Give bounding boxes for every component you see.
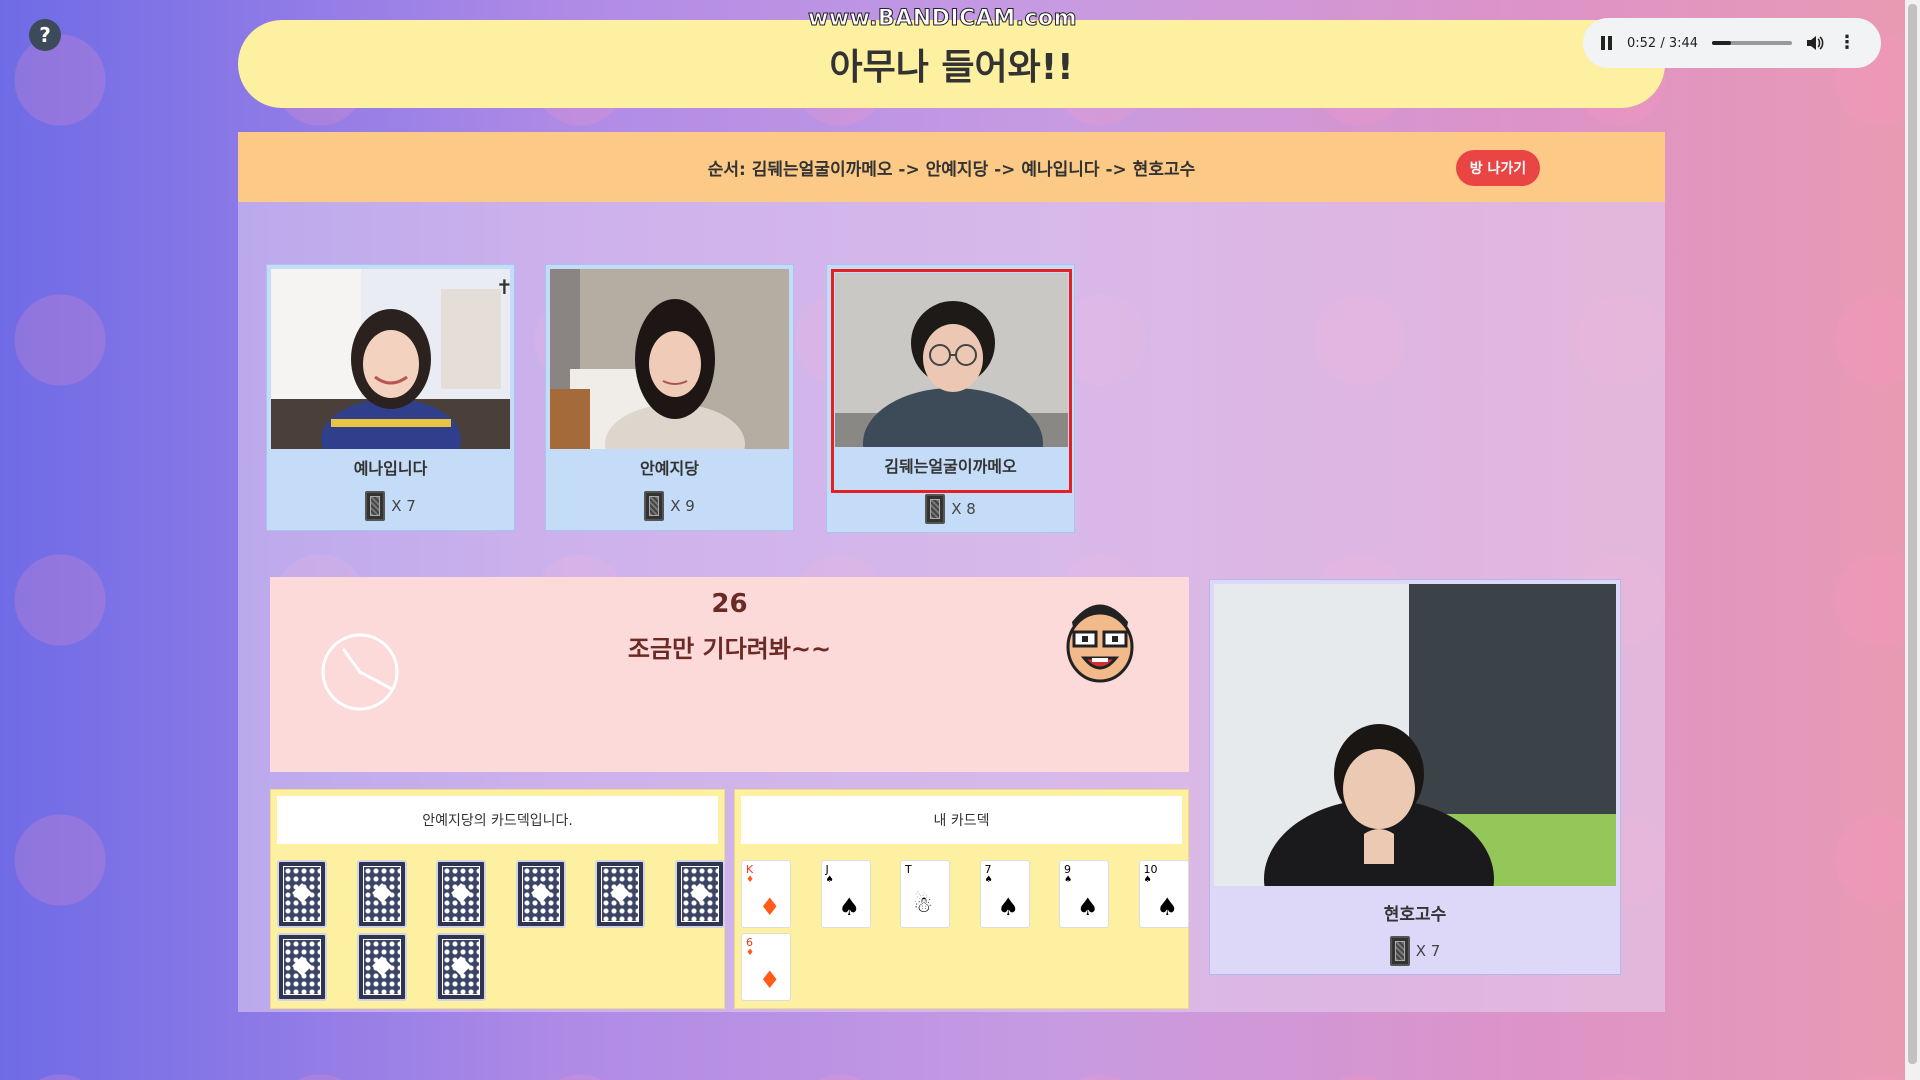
player-name: 안예지당 xyxy=(640,459,699,478)
my-card[interactable]: K ♦ ♦ xyxy=(741,860,791,928)
opponent-card-back xyxy=(595,860,645,928)
my-card[interactable]: 10 ♠ ♠ xyxy=(1138,860,1189,928)
player-card-count: X 7 xyxy=(267,491,514,521)
more-options-icon[interactable]: ⋮ xyxy=(1838,34,1856,52)
card-suit-icon: ♠ xyxy=(997,893,1020,921)
opponent-deck-title: 안예지당의 카드덱입니다. xyxy=(277,796,718,844)
card-back-icon xyxy=(925,494,946,524)
opponent-card-back xyxy=(277,933,327,1001)
timer-panel: 26 조금만 기다려봐~~ xyxy=(270,577,1189,772)
pause-icon[interactable] xyxy=(1601,36,1613,50)
opponent-card-back xyxy=(436,933,486,1001)
card-back-icon xyxy=(644,491,665,521)
room-title: 아무나 들어와!! xyxy=(829,47,1074,88)
media-time: 0:52 / 3:44 xyxy=(1627,35,1699,51)
card-back-icon xyxy=(1389,936,1410,966)
player-card-active: 김뒈는얼굴이까메오 X 8 xyxy=(826,264,1075,533)
opponent-card-back xyxy=(515,860,566,928)
my-card[interactable]: 6 ♦ ♦ xyxy=(741,933,791,1001)
my-card[interactable]: T ☃ xyxy=(900,860,950,928)
card-rank: T xyxy=(905,863,912,876)
turn-order-text: 순서: 김뒈는얼굴이까메오 -> 안예지당 -> 예나입니다 -> 현호고수 xyxy=(707,159,1196,180)
room-title-bar: 아무나 들어와!! xyxy=(238,20,1665,108)
pixel-avatar-icon xyxy=(1060,592,1140,687)
my-deck-title: 내 카드덱 xyxy=(741,796,1182,844)
player-card-count: X 8 xyxy=(827,494,1074,524)
self-player-video xyxy=(1214,584,1616,886)
my-card[interactable]: 7 ♠ ♠ xyxy=(979,860,1030,928)
card-back-icon xyxy=(365,491,386,521)
watermark: www.BANDICAM.com xyxy=(807,6,1078,32)
self-player-name: 현호고수 xyxy=(1383,905,1447,925)
player-name: 김뒈는얼굴이까메오 xyxy=(884,457,1017,476)
opponent-deck-panel: 안예지당의 카드덱입니다. xyxy=(270,789,725,1009)
player-video: ✝ xyxy=(271,269,510,449)
card-suit-small: ♠ xyxy=(825,875,834,885)
card-suit-icon: ♦ xyxy=(759,966,781,994)
my-card[interactable]: 9 ♠ ♠ xyxy=(1059,860,1109,928)
player-card-count: X 9 xyxy=(546,491,793,521)
card-suit-small: ♦ xyxy=(746,875,755,885)
opponent-card-back xyxy=(356,860,407,928)
svg-text:✝: ✝ xyxy=(496,275,510,299)
player-video xyxy=(550,269,789,449)
joker-icon: ☃ xyxy=(913,893,933,918)
player-card: ✝ 예나입니다 X 7 xyxy=(266,264,515,531)
card-suit-icon: ♠ xyxy=(838,893,861,921)
volume-icon[interactable] xyxy=(1806,35,1824,51)
player-name: 예나입니다 xyxy=(353,459,428,478)
self-player-card: 현호고수 X 7 xyxy=(1209,579,1621,975)
media-player: 0:52 / 3:44 ⋮ xyxy=(1583,18,1881,68)
turn-order-bar: 순서: 김뒈는얼굴이까메오 -> 안예지당 -> 예나입니다 -> 현호고수 방… xyxy=(238,132,1665,202)
card-suit-icon: ♠ xyxy=(1156,893,1179,921)
media-progress[interactable] xyxy=(1712,41,1793,45)
card-suit-icon: ♦ xyxy=(759,893,781,921)
opponent-card-back xyxy=(277,860,327,928)
card-suit-small: ♦ xyxy=(746,948,755,958)
opponent-card-back xyxy=(674,860,725,928)
self-player-card-count: X 7 xyxy=(1210,936,1620,966)
help-button[interactable]: ? xyxy=(29,19,61,51)
my-card[interactable]: J ♠ ♠ xyxy=(820,860,871,928)
player-card: 안예지당 X 9 xyxy=(545,264,794,531)
card-suit-small: ♠ xyxy=(984,875,993,885)
timer-count: 26 xyxy=(711,589,748,619)
game-room-panel: 순서: 김뒈는얼굴이까메오 -> 안예지당 -> 예나입니다 -> 현호고수 방… xyxy=(238,132,1665,1012)
timer-message: 조금만 기다려봐~~ xyxy=(627,635,832,663)
opponent-card-back xyxy=(356,933,407,1001)
page-scrollbar[interactable] xyxy=(1905,0,1920,1080)
card-suit-small: ♠ xyxy=(1143,875,1152,885)
leave-room-button[interactable]: 방 나가기 xyxy=(1456,150,1540,186)
my-deck-panel: 내 카드덱 K ♦ ♦ J ♠ ♠ T ☃ 7 ♠ ♠ 9 ♠ ♠ 10 ♠ ♠ 6 ♦ ♦ xyxy=(734,789,1189,1009)
card-suit-icon: ♠ xyxy=(1077,893,1099,921)
opponent-card-back xyxy=(436,860,486,928)
card-suit-small: ♠ xyxy=(1064,875,1073,885)
